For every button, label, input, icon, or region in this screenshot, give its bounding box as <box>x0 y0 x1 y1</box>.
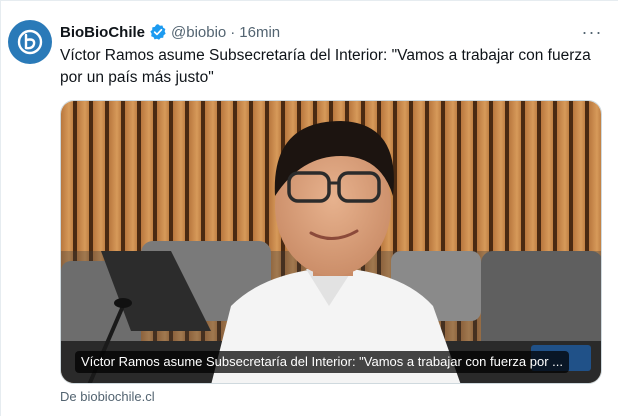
left-divider <box>0 0 1 416</box>
tweet-text: Víctor Ramos asume Subsecretaría del Int… <box>60 47 591 86</box>
tweet-header: BioBioChile @biobio · 16min <box>60 22 280 42</box>
user-handle[interactable]: @biobio <box>171 24 226 41</box>
display-name[interactable]: BioBioChile <box>60 24 145 41</box>
top-divider <box>0 0 618 1</box>
separator-dot: · <box>230 23 236 41</box>
timestamp[interactable]: 16min <box>239 24 280 41</box>
card-title[interactable]: Víctor Ramos asume Subsecretaría del Int… <box>75 351 569 373</box>
biobio-logo-icon <box>17 29 43 55</box>
card-image <box>61 101 601 383</box>
link-card[interactable]: Víctor Ramos asume Subsecretaría del Int… <box>60 100 602 384</box>
card-source[interactable]: De biobiochile.cl <box>60 389 155 404</box>
more-options-icon[interactable]: ··· <box>578 22 606 42</box>
avatar[interactable] <box>8 20 52 64</box>
verified-badge-icon <box>149 23 167 41</box>
